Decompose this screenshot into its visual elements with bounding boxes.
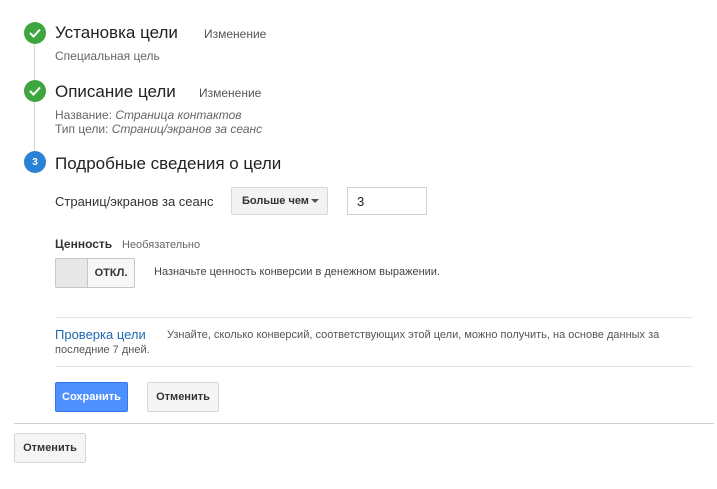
step3-title: Подробные сведения о цели xyxy=(55,154,282,173)
chevron-down-icon xyxy=(311,199,319,203)
value-optional-label: Необязательно xyxy=(122,239,201,251)
goal-value-input[interactable]: 3 xyxy=(347,187,427,215)
step2-type-value: Страниц/экранов за сеанс xyxy=(111,122,263,136)
metric-label: Страниц/экранов за сеанс xyxy=(55,194,214,209)
cancel-button[interactable]: Отменить xyxy=(147,382,219,412)
verify-description-line2: последние 7 дней. xyxy=(55,344,150,356)
verify-goal-link[interactable]: Проверка цели xyxy=(55,327,146,342)
step2-title: Описание цели xyxy=(55,82,176,101)
operator-dropdown-value: Больше чем xyxy=(242,195,309,207)
divider xyxy=(55,317,693,318)
step2-name-label: Название: xyxy=(55,108,112,122)
value-toggle[interactable]: ОТКЛ. xyxy=(55,258,135,288)
step2-check-icon xyxy=(24,80,46,102)
cancel-outer-button[interactable]: Отменить xyxy=(14,433,86,463)
step2-type-label: Тип цели: xyxy=(55,122,109,136)
value-hint: Назначьте ценность конверсии в денежном … xyxy=(154,266,440,278)
operator-dropdown[interactable]: Больше чем xyxy=(231,187,328,215)
divider xyxy=(14,423,714,424)
step2-name-line: Название: Страница контактов xyxy=(55,108,242,122)
step1-title: Установка цели xyxy=(55,23,178,42)
value-label: Ценность xyxy=(55,237,113,251)
step2-name-value: Страница контактов xyxy=(115,108,242,122)
step2-edit-link[interactable]: Изменение xyxy=(199,86,261,100)
step1-check-icon xyxy=(24,22,46,44)
divider xyxy=(55,366,693,367)
toggle-knob xyxy=(56,259,88,287)
toggle-state-label: ОТКЛ. xyxy=(94,267,128,279)
verify-description-line1: Узнайте, сколько конверсий, соответствую… xyxy=(167,329,660,341)
step1-summary: Специальная цель xyxy=(55,49,160,63)
save-button[interactable]: Сохранить xyxy=(55,382,128,412)
step1-edit-link[interactable]: Изменение xyxy=(204,27,266,41)
step2-type-line: Тип цели: Страниц/экранов за сеанс xyxy=(55,122,262,136)
step3-number-badge: 3 xyxy=(24,151,46,173)
